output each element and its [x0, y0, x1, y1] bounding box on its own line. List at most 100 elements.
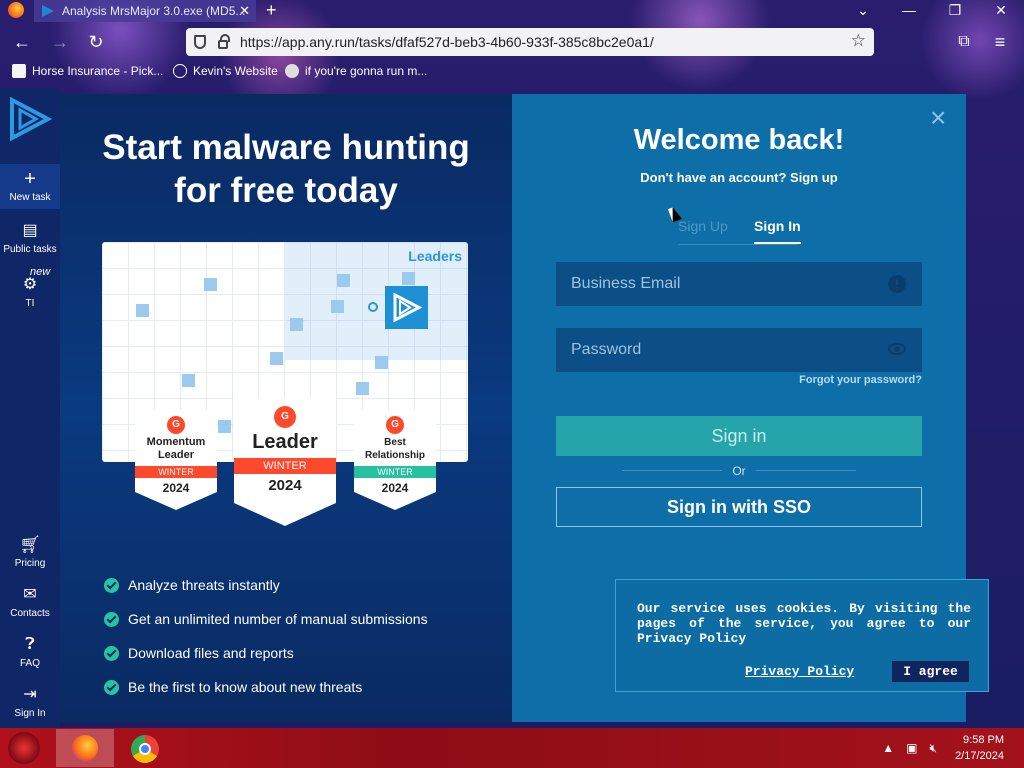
- minimize-icon[interactable]: —: [886, 0, 932, 20]
- privacy-policy-link[interactable]: Privacy Policy: [745, 664, 854, 679]
- info-icon[interactable]: !: [888, 275, 906, 293]
- star-icon[interactable]: ☆: [851, 31, 866, 51]
- bookmark-label: Kevin's Website: [193, 64, 278, 78]
- tab-sign-in[interactable]: Sign In: [754, 218, 801, 244]
- sidebar-item-faq[interactable]: ❓︎ FAQ: [0, 634, 60, 669]
- badge-ribbon: WINTER: [234, 458, 336, 474]
- window-controls: ⌄ — ❐ ✕: [840, 0, 1024, 20]
- feature-text: Download files and reports: [128, 645, 294, 661]
- email-field[interactable]: Business Email !: [556, 262, 922, 306]
- email-placeholder: Business Email: [571, 275, 681, 292]
- cookie-text: Our service uses cookies. By visiting th…: [637, 601, 971, 646]
- lock-icon[interactable]: [218, 34, 230, 49]
- shield-icon[interactable]: [194, 35, 206, 49]
- plus-icon: +: [24, 168, 36, 190]
- new-tab-icon[interactable]: +: [266, 0, 277, 20]
- network-icon[interactable]: ▣: [906, 741, 917, 755]
- leaders-label: Leaders: [408, 248, 462, 264]
- grid-dot: [270, 352, 283, 365]
- agree-button[interactable]: I agree: [892, 661, 969, 682]
- bookmark-item[interactable]: Kevin's Website: [173, 64, 278, 78]
- auth-title: Welcome back!: [633, 124, 845, 156]
- sidebar-item-label: Pricing: [14, 558, 46, 569]
- taskbar-firefox[interactable]: [56, 729, 114, 767]
- badge-ribbon: WINTER: [135, 466, 217, 478]
- bookmark-item[interactable]: if you're gonna run m...: [285, 64, 427, 78]
- badge-year: 2024: [381, 481, 409, 495]
- url-bar[interactable]: https://app.any.run/tasks/dfaf527d-beb3-…: [186, 28, 874, 56]
- signup-link[interactable]: Don't have an account? Sign up: [512, 170, 966, 185]
- check-icon: [104, 679, 119, 695]
- promo-panel: Start malware hunting for free today Lea…: [60, 94, 512, 722]
- tab-bar: Analysis MrsMajor 3.0.exe (MD5... ✕ + ⌄ …: [0, 0, 1024, 22]
- sidebar-item-public-tasks[interactable]: ▤ Public tasks: [0, 220, 60, 255]
- firefox-menu-icon[interactable]: [8, 2, 24, 18]
- grid-dot: [402, 272, 415, 285]
- eye-icon[interactable]: [888, 343, 906, 355]
- start-button[interactable]: [8, 732, 40, 764]
- g2-icon: G: [274, 406, 296, 428]
- feature-list: Analyze threats instantly Get an unlimit…: [104, 568, 428, 704]
- bookmark-label: Horse Insurance - Pick...: [32, 64, 164, 78]
- grid-dot: [331, 300, 344, 313]
- tab-list-icon[interactable]: ⌄: [840, 0, 886, 20]
- signin-icon: ⇥: [23, 686, 37, 703]
- badge-title: Leader: [252, 431, 318, 453]
- anyrun-logo-icon[interactable]: [8, 96, 52, 142]
- clock-date: 2/17/2024: [955, 750, 1004, 762]
- g2-icon: G: [386, 416, 404, 434]
- skull-icon: [285, 64, 299, 78]
- chrome-icon[interactable]: [131, 735, 159, 763]
- grid-dot: [218, 420, 231, 433]
- logo-marker-icon: [368, 302, 378, 312]
- password-field[interactable]: Password: [556, 328, 922, 372]
- tray-expand-icon[interactable]: ▲: [882, 741, 894, 755]
- url-text[interactable]: https://app.any.run/tasks/dfaf527d-beb3-…: [240, 34, 654, 50]
- menu-icon[interactable]: ≡: [988, 30, 1012, 54]
- close-tab-icon[interactable]: ✕: [239, 3, 250, 19]
- volume-icon[interactable]: 🔇︎: [930, 741, 938, 756]
- grid-dot: [337, 274, 350, 287]
- promo-title-line: for free today: [174, 171, 398, 210]
- sidebar-item-label: New task: [9, 192, 51, 203]
- nav-bar: ← → ↻ https://app.any.run/tasks/dfaf527d…: [0, 26, 1024, 58]
- mail-icon: ✉: [23, 586, 37, 603]
- sidebar-item-pricing[interactable]: 🛒︎ Pricing: [0, 534, 60, 569]
- or-divider: Or: [622, 464, 856, 478]
- extensions-icon[interactable]: ⧉: [952, 30, 976, 54]
- feature-text: Get an unlimited number of manual submis…: [128, 611, 428, 627]
- badge-year: 2024: [268, 477, 302, 494]
- sidebar-item-label: Public tasks: [3, 244, 57, 255]
- reload-icon[interactable]: ↻: [84, 30, 108, 54]
- restore-icon[interactable]: ❐: [932, 0, 978, 20]
- sidebar-item-contacts[interactable]: ✉ Contacts: [0, 584, 60, 619]
- sidebar-item-label: TI: [25, 298, 35, 309]
- feature-text: Be the first to know about new threats: [128, 679, 363, 695]
- sidebar-item-label: Contacts: [10, 608, 50, 619]
- sidebar-item-new-task[interactable]: + New task: [0, 164, 60, 209]
- help-icon: ❓︎: [25, 636, 35, 653]
- sidebar-item-ti[interactable]: ⚙ TI: [0, 274, 60, 309]
- back-icon[interactable]: ←: [10, 30, 34, 54]
- tab-sign-up[interactable]: Sign Up: [678, 218, 728, 234]
- bookmark-label: if you're gonna run m...: [305, 64, 428, 78]
- close-window-icon[interactable]: ✕: [978, 0, 1024, 20]
- grid-dot: [356, 382, 369, 395]
- anyrun-favicon-icon: [42, 5, 54, 17]
- check-icon: [104, 645, 119, 661]
- badge-best-relationship: G Best Relationship WINTER 2024: [354, 410, 436, 510]
- feature-item: Get an unlimited number of manual submis…: [104, 602, 428, 636]
- sidebar-item-sign-in[interactable]: ⇥ Sign In: [0, 684, 60, 719]
- or-text: Or: [732, 464, 746, 478]
- tab-active[interactable]: Analysis MrsMajor 3.0.exe (MD5... ✕: [34, 0, 256, 22]
- system-tray: ▲ ▣ 🔇︎ 9:58 PM 2/17/2024: [882, 732, 1004, 764]
- sso-button[interactable]: Sign in with SSO: [556, 487, 922, 527]
- password-placeholder: Password: [571, 341, 642, 358]
- grid-dot: [290, 318, 303, 331]
- clock[interactable]: 9:58 PM 2/17/2024: [955, 732, 1004, 764]
- sign-in-button[interactable]: Sign in: [556, 416, 922, 456]
- firefox-icon: [72, 735, 98, 761]
- forward-icon[interactable]: →: [48, 30, 72, 54]
- bookmark-item[interactable]: Horse Insurance - Pick...: [12, 64, 163, 78]
- forgot-password-link[interactable]: Forgot your password?: [799, 374, 922, 386]
